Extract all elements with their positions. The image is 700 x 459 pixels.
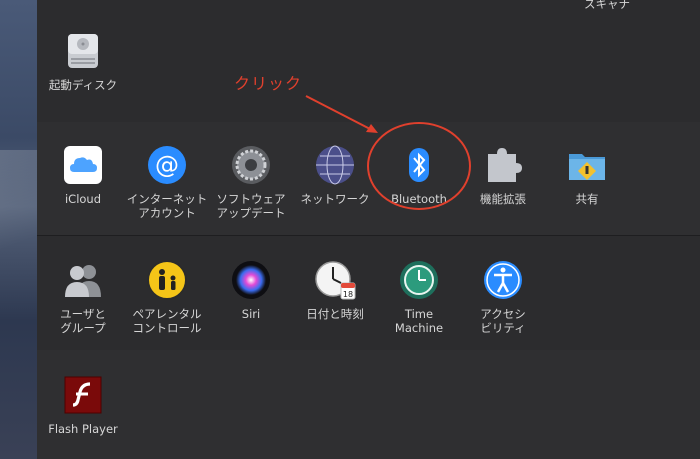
extensions-puzzle-icon xyxy=(482,144,524,186)
pref-extensions[interactable]: 機能拡張 xyxy=(460,144,546,206)
pref-date-time-label: 日付と時刻 xyxy=(306,307,364,321)
pref-icloud-label: iCloud xyxy=(64,192,102,206)
pref-internet-accounts-label: インターネット アカウント xyxy=(126,192,208,220)
pref-bluetooth-label: Bluetooth xyxy=(391,192,447,206)
software-update-gear-icon xyxy=(230,144,272,186)
date-time-clock-icon: 18 xyxy=(314,259,356,301)
svg-text:18: 18 xyxy=(343,290,353,299)
pref-startup-disk[interactable]: 起動ディスク xyxy=(40,30,126,92)
pref-parental-controls-label: ペアレンタル コントロール xyxy=(132,307,202,335)
pref-flash-player-label: Flash Player xyxy=(48,422,118,436)
preferences-section-internet: iCloud @ インターネット アカウント ソフトウェア アップデート ネット… xyxy=(37,122,700,236)
pref-extensions-label: 機能拡張 xyxy=(480,192,526,206)
pref-sharing[interactable]: 共有 xyxy=(544,144,630,206)
pref-network-label: ネットワーク xyxy=(300,192,370,206)
desktop-background xyxy=(0,0,37,459)
hard-disk-icon xyxy=(62,30,104,72)
pref-siri-label: Siri xyxy=(241,307,261,321)
preferences-section-system: スキャナ 起動ディスク xyxy=(37,0,700,123)
icloud-icon xyxy=(62,144,104,186)
system-preferences-pane: スキャナ 起動ディスク iCloud @ インターネット アカウント ソフトウェ… xyxy=(37,0,700,459)
preferences-section-users: ユーザと グループ ペアレンタル コントロール Siri 18 日付と時刻 Ti… xyxy=(37,235,700,351)
internet-accounts-icon: @ xyxy=(146,144,188,186)
pref-parental-controls[interactable]: ペアレンタル コントロール xyxy=(124,259,210,335)
pref-sharing-label: 共有 xyxy=(575,192,599,206)
parental-controls-icon xyxy=(146,259,188,301)
sharing-folder-icon xyxy=(566,144,608,186)
pref-time-machine[interactable]: Time Machine xyxy=(376,259,462,335)
time-machine-icon xyxy=(398,259,440,301)
preferences-section-other: Flash Player xyxy=(37,350,700,459)
pref-icloud[interactable]: iCloud xyxy=(40,144,126,206)
pref-startup-disk-label: 起動ディスク xyxy=(48,78,118,92)
pref-accessibility-label: アクセシ ビリティ xyxy=(480,307,526,335)
pref-date-time[interactable]: 18 日付と時刻 xyxy=(292,259,378,321)
bluetooth-icon xyxy=(398,144,440,186)
flash-player-icon xyxy=(62,374,104,416)
accessibility-icon xyxy=(482,259,524,301)
pref-internet-accounts[interactable]: @ インターネット アカウント xyxy=(124,144,210,220)
pref-accessibility[interactable]: アクセシ ビリティ xyxy=(460,259,546,335)
annotation-click-label: クリック xyxy=(234,74,303,93)
pref-software-update[interactable]: ソフトウェア アップデート xyxy=(208,144,294,220)
pref-users-groups-label: ユーザと グループ xyxy=(60,307,106,335)
pref-network[interactable]: ネットワーク xyxy=(292,144,378,206)
pref-flash-player[interactable]: Flash Player xyxy=(40,374,126,436)
network-globe-icon xyxy=(314,144,356,186)
siri-icon xyxy=(230,259,272,301)
pref-time-machine-label: Time Machine xyxy=(394,307,444,335)
users-groups-icon xyxy=(62,259,104,301)
pref-siri[interactable]: Siri xyxy=(208,259,294,321)
pref-users-groups[interactable]: ユーザと グループ xyxy=(40,259,126,335)
pref-software-update-label: ソフトウェア アップデート xyxy=(216,192,286,220)
pref-bluetooth[interactable]: Bluetooth xyxy=(376,144,462,206)
svg-text:@: @ xyxy=(155,151,179,179)
scanner-partial-label: スキャナ xyxy=(584,0,630,11)
